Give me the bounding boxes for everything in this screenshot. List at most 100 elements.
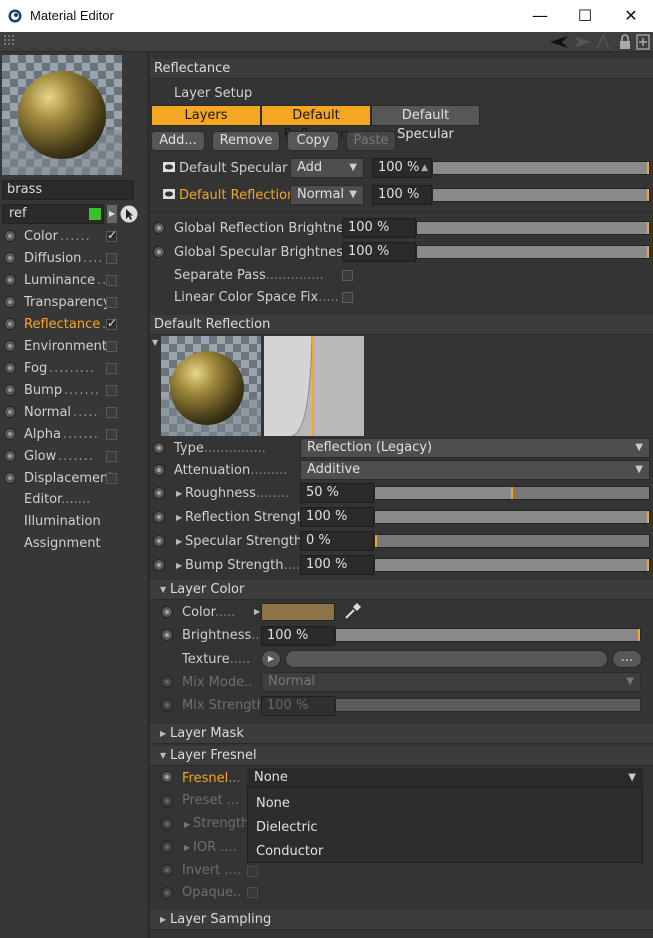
- reflection-strength-slider[interactable]: [374, 510, 650, 524]
- animate-radio-icon[interactable]: [153, 487, 165, 499]
- channel-item-displacement[interactable]: Displacement: [0, 468, 146, 490]
- animate-radio-icon[interactable]: [161, 887, 173, 899]
- specular-strength-slider[interactable]: [374, 534, 650, 548]
- expand-arrow-icon[interactable]: ▶: [254, 607, 260, 616]
- animate-radio-icon[interactable]: [161, 629, 173, 641]
- separate-pass-checkbox[interactable]: [342, 270, 353, 281]
- animate-radio-icon[interactable]: [4, 472, 16, 484]
- specular-strength-field[interactable]: 0 %: [300, 531, 374, 551]
- brightness-field[interactable]: 100 %: [261, 626, 335, 646]
- animate-radio-icon[interactable]: [161, 864, 173, 876]
- fresnel-option-none[interactable]: None: [256, 796, 290, 811]
- channel-item-alpha[interactable]: Alpha.......: [0, 424, 146, 446]
- channel-checkbox[interactable]: [106, 316, 117, 330]
- channel-checkbox[interactable]: [106, 429, 117, 440]
- animate-radio-icon[interactable]: [153, 559, 165, 571]
- channel-item-reflectance[interactable]: Reflectance.: [0, 314, 146, 336]
- animate-radio-icon[interactable]: [4, 406, 16, 418]
- animate-radio-icon[interactable]: [161, 676, 173, 688]
- back-arrow-icon[interactable]: [550, 35, 570, 49]
- channel-item-diffusion[interactable]: Diffusion....: [0, 248, 146, 270]
- linear-color-checkbox[interactable]: [342, 292, 353, 303]
- eyedropper-icon[interactable]: [343, 601, 363, 621]
- tab-default-reflection[interactable]: Default Reflection: [261, 105, 371, 142]
- reflection-preview[interactable]: [161, 336, 261, 436]
- layer-name-default-specular[interactable]: Default Specular: [179, 161, 287, 176]
- channel-checkbox[interactable]: [106, 297, 117, 308]
- animate-radio-icon[interactable]: [153, 222, 165, 234]
- maximize-button[interactable]: ☐: [563, 4, 607, 28]
- slider-handle[interactable]: [511, 487, 513, 499]
- close-button[interactable]: ✕: [609, 4, 653, 28]
- expand-arrow-icon[interactable]: ▶: [176, 537, 182, 546]
- animate-radio-icon[interactable]: [4, 428, 16, 440]
- animate-radio-icon[interactable]: [161, 771, 173, 783]
- animate-radio-icon[interactable]: [4, 252, 16, 264]
- layer-name-default-reflection[interactable]: Default Reflection: [179, 188, 295, 203]
- expand-arrow-icon[interactable]: ▶: [176, 513, 182, 522]
- channel-item-fog[interactable]: Fog.........: [0, 358, 146, 380]
- layer-mode-dropdown[interactable]: Normal ▼: [290, 185, 364, 205]
- slider-handle[interactable]: [647, 222, 649, 234]
- expand-arrow-icon[interactable]: ▶: [184, 843, 190, 852]
- expand-arrow-icon[interactable]: ▶: [176, 561, 182, 570]
- animate-radio-icon[interactable]: [4, 274, 16, 286]
- channel-checkbox[interactable]: [106, 363, 117, 374]
- minimize-button[interactable]: —: [518, 4, 562, 28]
- slider-handle[interactable]: [647, 511, 649, 523]
- slider-handle[interactable]: [647, 246, 649, 258]
- new-window-icon[interactable]: [636, 34, 650, 50]
- animate-radio-icon[interactable]: [153, 442, 165, 454]
- channel-item-luminance[interactable]: Luminance..: [0, 270, 146, 292]
- roughness-field[interactable]: 50 %: [300, 483, 374, 503]
- channel-checkbox[interactable]: [106, 407, 117, 418]
- channel-item-environment[interactable]: Environment: [0, 336, 146, 358]
- channel-checkbox[interactable]: [106, 341, 117, 352]
- layer-fresnel-header[interactable]: Layer Fresnel: [150, 746, 653, 766]
- animate-radio-icon[interactable]: [4, 450, 16, 462]
- animate-radio-icon[interactable]: [4, 318, 16, 330]
- layer-amount-slider[interactable]: [432, 161, 650, 175]
- animate-radio-icon[interactable]: [161, 841, 173, 853]
- fresnel-option-conductor[interactable]: Conductor: [256, 844, 323, 859]
- channel-checkbox[interactable]: [106, 451, 117, 462]
- animate-radio-icon[interactable]: [161, 818, 173, 830]
- animate-radio-icon[interactable]: [153, 511, 165, 523]
- layer-expand-arrow-icon[interactable]: ▶: [107, 205, 117, 223]
- forward-arrow-icon[interactable]: [572, 35, 592, 49]
- illumination-item[interactable]: Illumination: [24, 514, 101, 529]
- editor-item[interactable]: Editor.......: [24, 492, 90, 507]
- animate-radio-icon[interactable]: [4, 362, 16, 374]
- slider-handle[interactable]: [647, 559, 649, 571]
- animate-radio-icon[interactable]: [153, 535, 165, 547]
- animate-radio-icon[interactable]: [161, 606, 173, 618]
- copy-layer-button[interactable]: Copy: [287, 131, 339, 151]
- fresnel-option-dielectric[interactable]: Dielectric: [256, 820, 318, 835]
- mix-mode-dropdown[interactable]: Normal ▼: [261, 672, 641, 692]
- layer-sampling-header[interactable]: Layer Sampling: [150, 910, 653, 930]
- layer-mask-header[interactable]: Layer Mask: [150, 724, 653, 744]
- animate-radio-icon[interactable]: [4, 296, 16, 308]
- fresnel-dropdown[interactable]: None ▼: [247, 768, 643, 788]
- layer-amount-field[interactable]: 100 %: [372, 185, 432, 205]
- collapse-arrow-icon[interactable]: ▼: [152, 338, 158, 347]
- tab-default-specular[interactable]: Default Specular: [371, 105, 480, 142]
- reflection-strength-field[interactable]: 100 %: [300, 507, 374, 527]
- remove-layer-button[interactable]: Remove: [212, 131, 280, 151]
- expand-arrow-icon[interactable]: ▶: [184, 820, 190, 829]
- layer-mode-dropdown[interactable]: Add ▼: [290, 158, 364, 178]
- layer-visibility-icon[interactable]: [163, 162, 175, 172]
- channel-item-bump[interactable]: Bump.......: [0, 380, 146, 402]
- global-reflection-brightness-field[interactable]: 100 %: [342, 218, 416, 238]
- tab-layers[interactable]: Layers: [151, 105, 261, 126]
- expand-arrow-icon[interactable]: ▶: [160, 729, 166, 738]
- channel-checkbox[interactable]: [106, 275, 117, 286]
- animate-radio-icon[interactable]: [4, 230, 16, 242]
- type-dropdown[interactable]: Reflection (Legacy) ▼: [300, 438, 650, 458]
- slider-handle[interactable]: [647, 162, 649, 174]
- pick-cursor-icon[interactable]: [120, 205, 138, 223]
- bump-strength-field[interactable]: 100 %: [300, 555, 374, 575]
- color-swatch[interactable]: [261, 603, 335, 621]
- global-specular-brightness-field[interactable]: 100 %: [342, 242, 416, 262]
- channel-item-normal[interactable]: Normal.....: [0, 402, 146, 424]
